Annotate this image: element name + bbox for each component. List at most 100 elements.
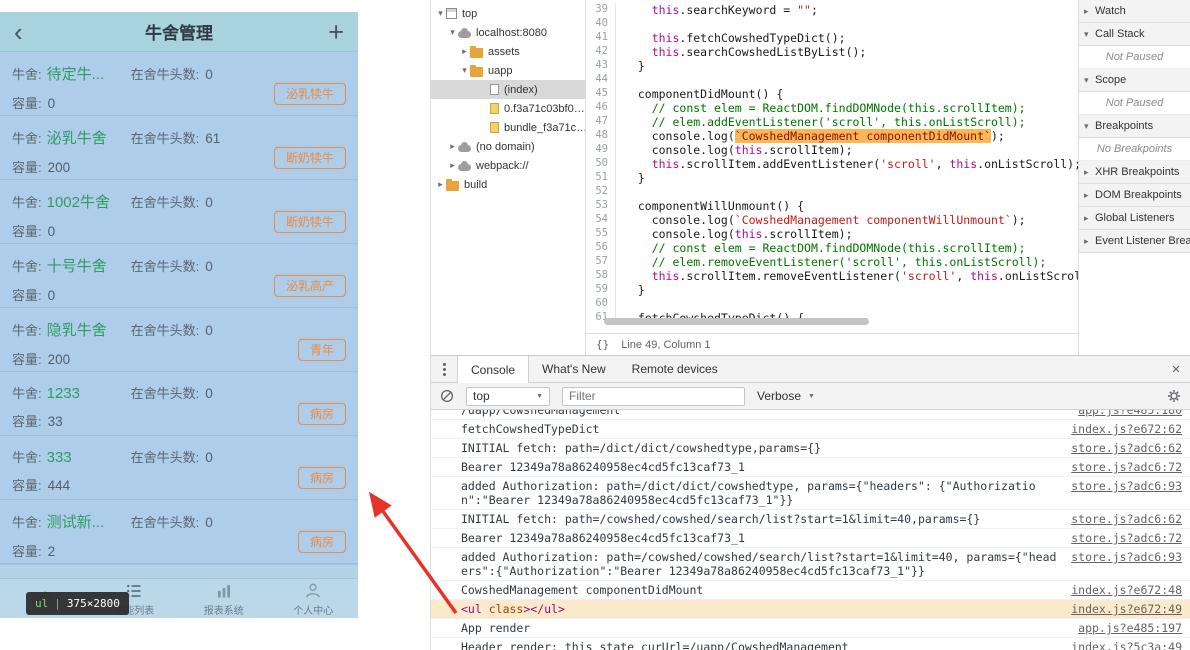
line-number[interactable]: 48 — [586, 129, 616, 143]
file-tree-item[interactable]: ▸ webpack:// — [431, 156, 585, 175]
line-number[interactable]: 40 — [586, 17, 616, 31]
tab-remote-devices[interactable]: Remote devices — [619, 356, 731, 382]
cowshed-list-item[interactable]: 牛舍: 待定牛... 在舍牛头数: 0 容量: 0 泌乳犊牛 — [0, 52, 358, 116]
line-number[interactable]: 47 — [586, 115, 616, 129]
console-log-message: Header render: this state curUrl=/uapp/C… — [461, 640, 849, 650]
console-source-link[interactable]: index.js?e672:48 — [1071, 583, 1182, 597]
shed-row-line2: 容量: 444 — [12, 475, 346, 494]
file-tree-item[interactable]: 0.f3a71c03bf0… — [431, 99, 585, 118]
shed-name: 十号牛舍 — [46, 258, 107, 275]
disclosure-triangle-icon: ▾ — [1084, 120, 1089, 131]
console-source-link[interactable]: store.js?adc6:72 — [1071, 460, 1182, 474]
cowshed-list-item[interactable]: 牛舍: 隐乳牛舍 在舍牛头数: 0 容量: 200 青年 — [0, 308, 358, 372]
disclosure-triangle-icon[interactable]: ▾ — [459, 65, 470, 76]
tab-personal-center[interactable]: 个人中心 — [269, 579, 359, 618]
line-number[interactable]: 53 — [586, 199, 616, 213]
disclosure-triangle-icon[interactable]: ▸ — [435, 179, 446, 190]
line-number[interactable]: 56 — [586, 241, 616, 255]
file-tree-item[interactable]: ▸ assets — [431, 42, 585, 61]
cowshed-list-item[interactable]: 牛舍: 1002牛舍 在舍牛头数: 0 容量: 0 断奶犊牛 — [0, 180, 358, 244]
line-number[interactable]: 41 — [586, 31, 616, 45]
file-tree-item[interactable]: ▸ build — [431, 175, 585, 194]
clear-console-icon[interactable] — [440, 389, 454, 403]
console-source-link[interactable]: index.js?e672:62 — [1071, 422, 1182, 436]
execution-context-selector[interactable]: top ▼ — [466, 386, 550, 406]
disclosure-triangle-icon[interactable]: ▸ — [447, 141, 458, 152]
disclosure-triangle-icon[interactable]: ▸ — [459, 46, 470, 57]
line-number[interactable]: 59 — [586, 283, 616, 297]
cowshed-list-item[interactable]: 牛舍: 泌乳牛舍 在舍牛头数: 61 容量: 200 断奶犊牛 — [0, 116, 358, 180]
shed-label: 牛舍: — [12, 386, 42, 401]
file-tree-item[interactable]: ▾ top — [431, 4, 585, 23]
console-source-link[interactable]: store.js?adc6:62 — [1071, 512, 1182, 526]
line-number[interactable]: 52 — [586, 185, 616, 199]
tab-console[interactable]: Console — [457, 356, 530, 383]
disclosure-triangle-icon[interactable]: ▸ — [447, 160, 458, 171]
close-icon[interactable]: × — [1162, 356, 1190, 382]
sources-file-tree[interactable]: ▾ top ▾ localhost:8080 ▸ assets ▾ uapp (… — [431, 0, 586, 355]
cowshed-list-item[interactable]: 牛舍: 测试新... 在舍牛头数: 0 容量: 2 病房 — [0, 500, 358, 564]
line-number[interactable]: 43 — [586, 59, 616, 73]
file-tree-item[interactable]: ▸ (no domain) — [431, 137, 585, 156]
debugger-section-header[interactable]: ▸ DOM Breakpoints — [1079, 184, 1190, 207]
console-source-link[interactable]: store.js?adc6:93 — [1071, 550, 1182, 564]
line-number[interactable]: 39 — [586, 3, 616, 17]
console-source-link[interactable]: app.js?e485:197 — [1078, 621, 1182, 635]
file-tree-item[interactable]: bundle_f3a71c… — [431, 118, 585, 137]
file-tree-item[interactable]: (index) — [431, 80, 585, 99]
line-number[interactable]: 55 — [586, 227, 616, 241]
add-button[interactable]: + — [328, 18, 344, 45]
line-number[interactable]: 42 — [586, 45, 616, 59]
file-tree-label: webpack:// — [476, 159, 529, 172]
head-count-label: 在舍牛头数: — [130, 386, 200, 401]
console-settings[interactable] — [1167, 389, 1181, 403]
line-number[interactable]: 58 — [586, 269, 616, 283]
line-number[interactable]: 45 — [586, 87, 616, 101]
cowshed-list[interactable]: 牛舍: 待定牛... 在舍牛头数: 0 容量: 0 泌乳犊牛 牛舍: 泌乳牛舍 … — [0, 52, 358, 564]
debugger-section-header[interactable]: ▸ Global Listeners — [1079, 207, 1190, 230]
console-source-link[interactable]: index.js?e672:49 — [1071, 602, 1182, 616]
disclosure-triangle-icon: ▸ — [1084, 235, 1089, 246]
disclosure-triangle-icon[interactable]: ▾ — [435, 8, 446, 19]
line-number[interactable]: 51 — [586, 171, 616, 185]
console-source-link[interactable]: store.js?adc6:72 — [1071, 531, 1182, 545]
overflow-menu-icon[interactable] — [431, 356, 457, 382]
filter-input[interactable] — [562, 386, 745, 406]
console-source-link[interactable]: store.js?adc6:93 — [1071, 479, 1182, 493]
debugger-section-header[interactable]: ▾ Call Stack — [1079, 23, 1190, 46]
disclosure-triangle-icon[interactable]: ▾ — [447, 27, 458, 38]
code-line: 59 } — [586, 283, 1079, 297]
tab-report-system[interactable]: 报表系统 — [179, 579, 269, 618]
log-level-selector[interactable]: Verbose ▼ — [757, 389, 815, 403]
console-source-link[interactable]: store.js?adc6:62 — [1071, 441, 1182, 455]
debugger-section-header[interactable]: ▸ XHR Breakpoints — [1079, 161, 1190, 184]
code-line-content: this.scrollItem.addEventListener('scroll… — [651, 157, 1079, 171]
file-tree-item[interactable]: ▾ localhost:8080 — [431, 23, 585, 42]
debugger-section-header[interactable]: ▸ Watch — [1079, 0, 1190, 23]
line-number[interactable]: 57 — [586, 255, 616, 269]
code-editor-lines[interactable]: 39 this.searchKeyword = ""; 40 41 this.f… — [586, 0, 1079, 333]
debugger-section-header[interactable]: ▾ Scope — [1079, 69, 1190, 92]
shed-label: 牛舍: — [12, 195, 42, 210]
line-number[interactable]: 49 — [586, 143, 616, 157]
line-number[interactable]: 46 — [586, 101, 616, 115]
code-line-content: // const elem = ReactDOM.findDOMNode(thi… — [651, 241, 1026, 255]
file-tree-item[interactable]: ▾ uapp — [431, 61, 585, 80]
line-number[interactable]: 50 — [586, 157, 616, 171]
line-number[interactable]: 54 — [586, 213, 616, 227]
code-editor[interactable]: 39 this.searchKeyword = ""; 40 41 this.f… — [586, 0, 1079, 355]
console-source-link[interactable]: index.js?5c3a:49 — [1071, 640, 1182, 650]
tab-whats-new[interactable]: What's New — [529, 356, 619, 382]
pretty-print-icon[interactable]: {} — [596, 338, 609, 351]
console-log-list[interactable]: /uapp/CowshedManagement app.js?e485:180 … — [431, 410, 1190, 650]
horizontal-scrollbar[interactable] — [604, 318, 869, 325]
line-number[interactable]: 44 — [586, 73, 616, 87]
debugger-section-header[interactable]: ▾ Breakpoints — [1079, 115, 1190, 138]
console-source-link[interactable]: app.js?e485:180 — [1078, 410, 1182, 417]
cowshed-list-item[interactable]: 牛舍: 1233 在舍牛头数: 0 容量: 33 病房 — [0, 372, 358, 436]
cowshed-list-item[interactable]: 牛舍: 十号牛舍 在舍牛头数: 0 容量: 0 泌乳高产 — [0, 244, 358, 308]
debugger-section-title: Global Listeners — [1095, 212, 1175, 224]
cowshed-list-item[interactable]: 牛舍: 333 在舍牛头数: 0 容量: 444 病房 — [0, 436, 358, 500]
line-number[interactable]: 60 — [586, 297, 616, 311]
debugger-section-header[interactable]: ▸ Event Listener Breakpoints — [1079, 230, 1190, 253]
